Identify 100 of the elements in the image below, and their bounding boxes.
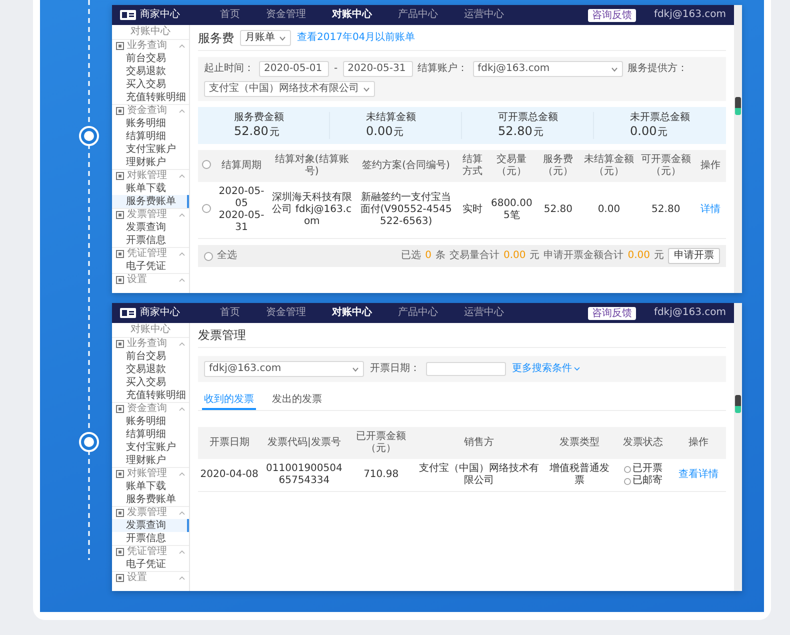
sidebar-group[interactable]: 设置 [127, 572, 176, 584]
amount-unit: 元 [530, 250, 540, 262]
nav-link[interactable]: 资金管理 [266, 9, 306, 21]
sidebar-group[interactable]: 资金查询 [127, 403, 176, 415]
sidebar-item[interactable]: 服务费账单 [112, 493, 189, 506]
column-header: 发票状态 [614, 427, 672, 459]
sidebar-group[interactable]: 凭证管理 [127, 546, 176, 558]
nav-link[interactable]: 运营中心 [464, 9, 504, 21]
feedback-button[interactable]: 咨询反馈 [588, 306, 636, 320]
sidebar-item[interactable]: 开票信息 [112, 532, 189, 545]
sidebar-group[interactable]: 资金查询 [127, 105, 176, 117]
sidebar-group[interactable]: 设置 [127, 274, 176, 286]
sidebar-item[interactable]: 前台交易 [112, 350, 189, 363]
sidebar-item[interactable]: 理财账户 [112, 156, 189, 169]
sidebar-item[interactable]: 账单下载 [112, 182, 189, 195]
sidebar-item[interactable]: 前台交易 [112, 52, 189, 65]
sidebar-item[interactable]: 服务费账单 [112, 195, 189, 208]
menu-icon [116, 574, 124, 582]
page-title: 发票管理 [198, 328, 726, 348]
table-cell: 深圳海天科技有限公司 fdkj@163.com [268, 182, 356, 238]
volume-label: 交易量合计 [449, 250, 500, 262]
account-select[interactable]: fdkj@163.com [204, 361, 364, 377]
sidebar-item[interactable]: 买入交易 [112, 78, 189, 91]
sidebar-group[interactable]: 发票管理 [127, 507, 176, 519]
provider-select[interactable]: 支付宝（中国）网络技术有限公司 [204, 81, 375, 97]
sidebar-item[interactable]: 账务明细 [112, 415, 189, 428]
sidebar-item[interactable]: 理财账户 [112, 454, 189, 467]
selected-count: 0 [425, 250, 432, 262]
chevron-up-icon [179, 407, 185, 411]
date-field[interactable]: 2020-05-31 [342, 61, 413, 77]
table-cell: 2020-05-05 2020-05-31 [214, 182, 268, 238]
menu-icon [116, 107, 124, 115]
summary-label: 未开票总金额 [630, 112, 690, 124]
sidebar-group[interactable]: 业务查询 [127, 338, 176, 350]
menu-icon [116, 340, 124, 348]
sidebar-item[interactable]: 发票查询 [112, 221, 189, 234]
sidebar-item[interactable]: 交易退款 [112, 65, 189, 78]
table-cell: 支付宝（中国）网络技术有限公司 [414, 459, 544, 492]
table-cell: 新融签约一支付宝当面付(V90552-4545522-6563) [355, 182, 457, 238]
sidebar-item[interactable]: 充值转账明细 [112, 91, 189, 104]
apply-invoice-button[interactable]: 申请开票 [668, 248, 720, 264]
nav-link[interactable]: 对账中心 [332, 307, 372, 319]
table-cell: 增值税普通发票 [544, 459, 615, 492]
sidebar-group[interactable]: 对账管理 [127, 468, 176, 480]
menu-icon [116, 470, 124, 478]
table-cell: 52.80 [535, 182, 581, 238]
feedback-button[interactable]: 咨询反馈 [588, 8, 636, 22]
nav-link[interactable]: 对账中心 [332, 9, 372, 21]
sidebar-item[interactable]: 开票信息 [112, 234, 189, 247]
menu-icon [116, 250, 124, 258]
sidebar-item[interactable]: 电子凭证 [112, 558, 189, 571]
sidebar-item[interactable]: 账务明细 [112, 117, 189, 130]
account-select[interactable]: fdkj@163.com [472, 61, 623, 77]
checkbox[interactable] [202, 204, 211, 212]
menu-icon [116, 276, 124, 284]
sidebar-item[interactable]: 充值转账明细 [112, 389, 189, 402]
menu-icon [116, 405, 124, 413]
sidebar-item[interactable]: 支付宝账户 [112, 143, 189, 156]
caret-icon [352, 366, 359, 372]
menu-icon [116, 42, 124, 50]
column-header: 销售方 [414, 427, 544, 459]
period-select[interactable]: 月账单 [240, 30, 291, 46]
volume-total: 0.00 [503, 250, 526, 262]
invoice-tab[interactable]: 发出的发票 [270, 390, 324, 410]
sidebar-item[interactable]: 买入交易 [112, 376, 189, 389]
checkbox[interactable] [204, 252, 213, 260]
sidebar-item[interactable]: 结算明细 [112, 130, 189, 143]
date-field[interactable]: 2020-05-01 [259, 61, 329, 77]
column-header: 操作 [671, 427, 726, 459]
nav-link[interactable]: 资金管理 [266, 307, 306, 319]
nav-link[interactable]: 产品中心 [398, 9, 438, 21]
date-label: 起止时间： [204, 63, 254, 75]
sidebar-item[interactable]: 支付宝账户 [112, 441, 189, 454]
nav-link[interactable]: 首页 [220, 307, 240, 319]
date-separator: - [334, 63, 338, 75]
sidebar-group[interactable]: 对账管理 [127, 170, 176, 182]
column-header: 交易量（元） [488, 150, 536, 182]
date-field[interactable] [426, 362, 506, 376]
nav-link[interactable]: 产品中心 [398, 307, 438, 319]
sidebar-item[interactable]: 结算明细 [112, 428, 189, 441]
nav-link[interactable]: 首页 [220, 9, 240, 21]
column-header: 签约方案(合同编号) [355, 150, 457, 182]
sidebar-group[interactable]: 凭证管理 [127, 248, 176, 260]
scrollbar[interactable] [734, 303, 742, 591]
sidebar-group[interactable]: 发票管理 [127, 209, 176, 221]
checkbox[interactable] [202, 160, 211, 168]
user-account[interactable]: fdkj@163.com [654, 9, 726, 21]
logo-icon [120, 10, 136, 20]
sidebar-item[interactable]: 交易退款 [112, 363, 189, 376]
sidebar-group[interactable]: 业务查询 [127, 40, 176, 52]
nav-link[interactable]: 运营中心 [464, 307, 504, 319]
sidebar-item[interactable]: 账单下载 [112, 480, 189, 493]
user-account[interactable]: fdkj@163.com [654, 307, 726, 319]
summary-label: 可开票总金额 [498, 112, 558, 124]
sidebar-item[interactable]: 发票查询 [112, 519, 189, 532]
summary-label: 服务费金额 [234, 112, 284, 124]
sidebar-item[interactable]: 电子凭证 [112, 260, 189, 273]
sidebar-title: 对账中心 [130, 25, 172, 39]
amount-unit: 元 [533, 127, 544, 139]
scrollbar[interactable] [734, 5, 742, 293]
